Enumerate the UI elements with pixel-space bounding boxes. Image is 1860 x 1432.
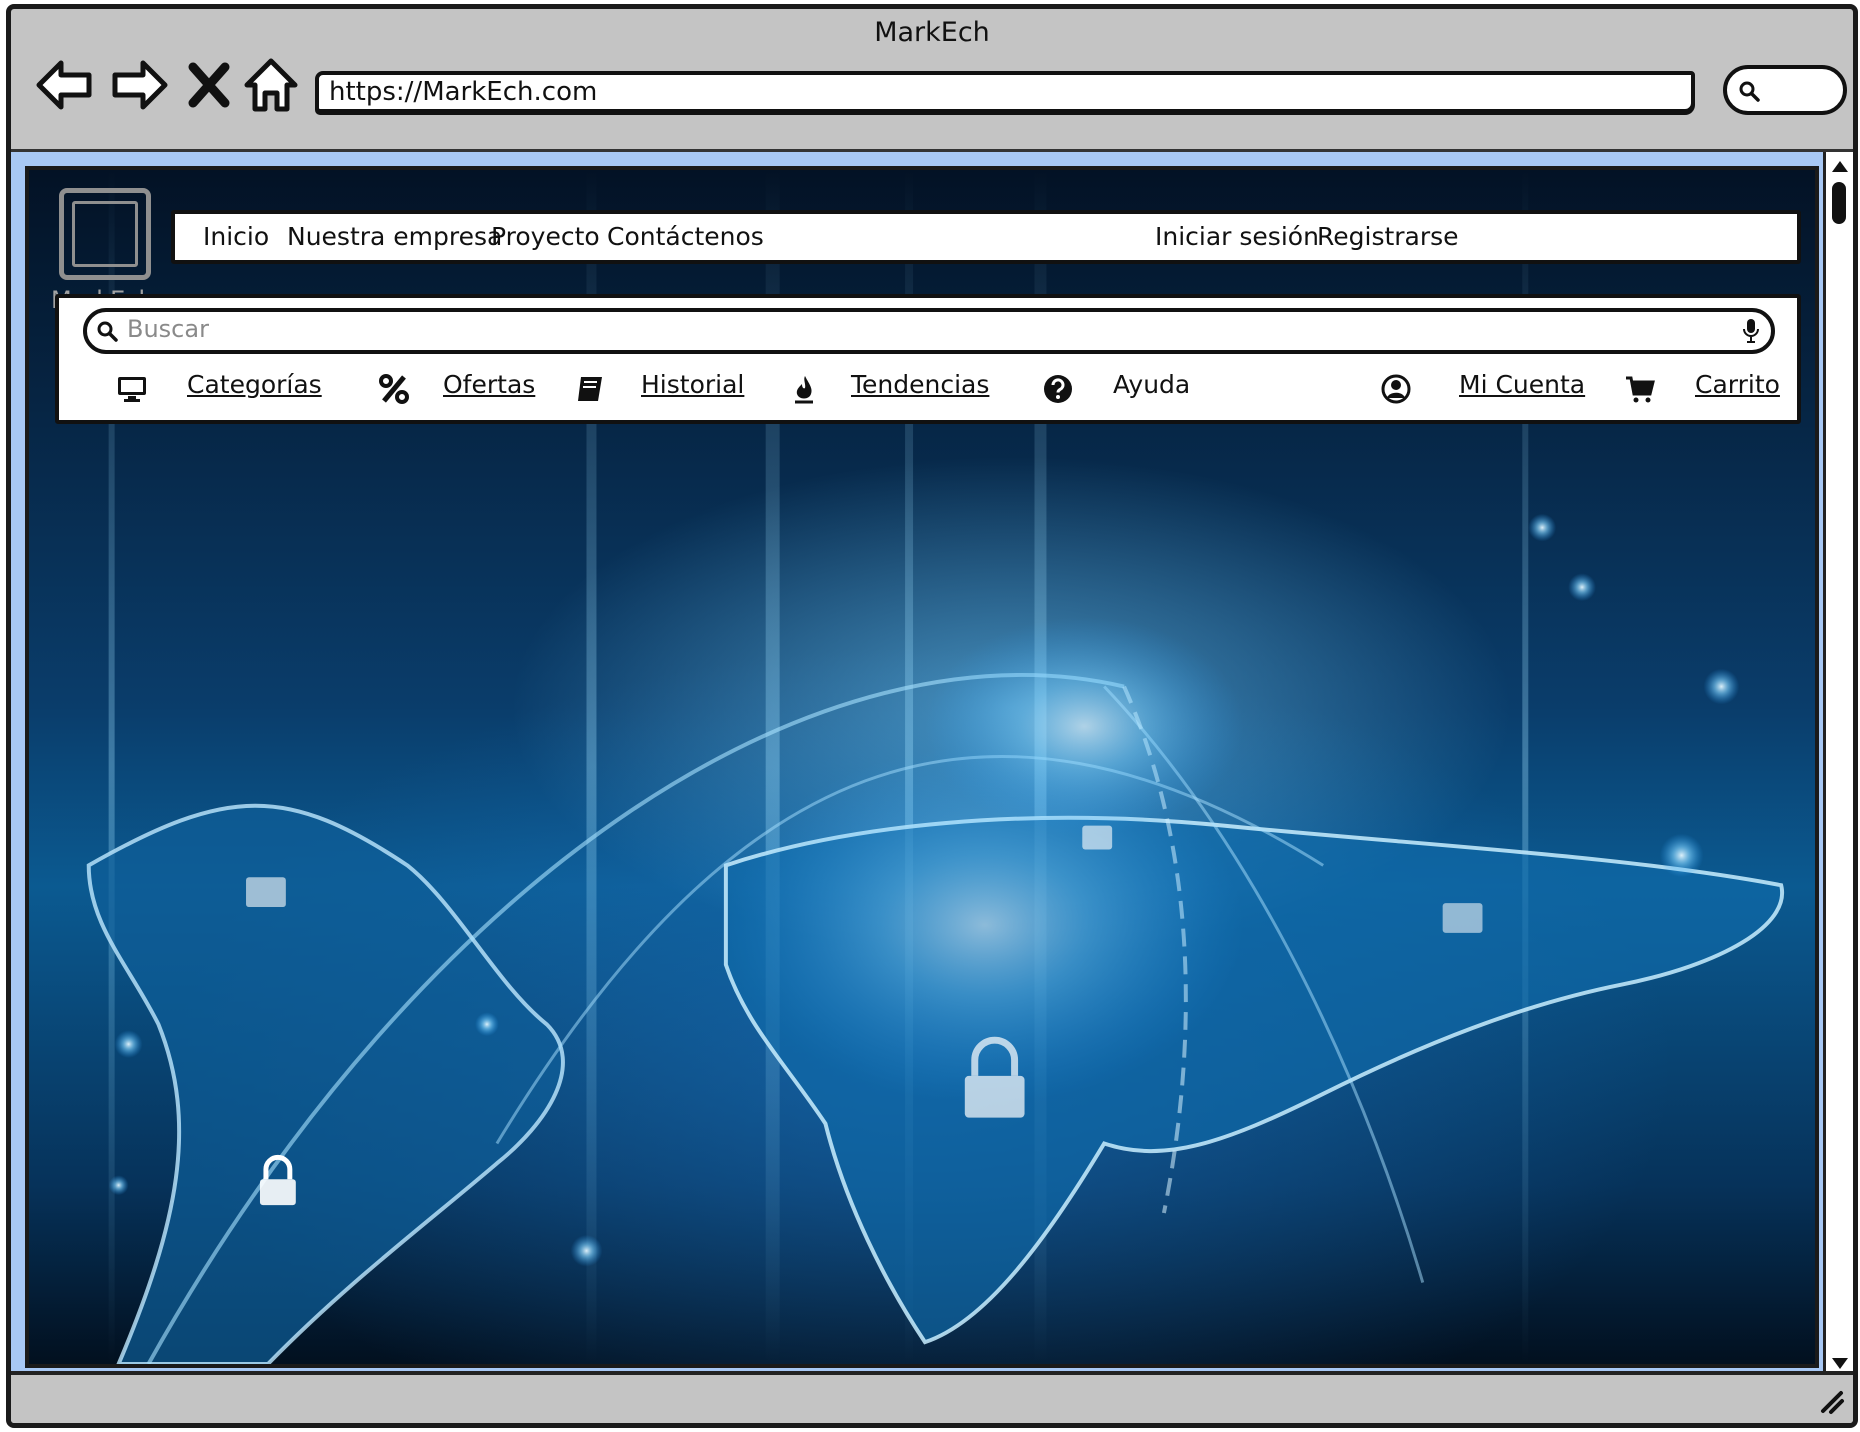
browser-viewport: MarkEch Inicio Nuestra empresa Proyecto … [11, 149, 1853, 1381]
offers-link[interactable]: Ofertas [443, 370, 535, 399]
fire-icon [789, 374, 819, 404]
home-icon [244, 58, 298, 112]
url-text: https://MarkEch.com [329, 77, 598, 107]
cart-link[interactable]: Carrito [1695, 370, 1780, 399]
book-icon [575, 374, 605, 404]
web-page: MarkEch Inicio Nuestra empresa Proyecto … [25, 166, 1819, 1368]
forward-arrow-icon [112, 60, 168, 110]
top-navigation: Inicio Nuestra empresa Proyecto Contácte… [171, 210, 1801, 264]
stop-icon [188, 62, 230, 108]
user-icon [1381, 374, 1411, 404]
nav-inicio[interactable]: Inicio [203, 222, 269, 251]
trends-link[interactable]: Tendencias [851, 370, 989, 399]
scroll-up-arrow-icon[interactable] [1829, 156, 1851, 178]
browser-window: MarkEch https://MarkEch.com Inicio Nuest… [6, 4, 1858, 1428]
address-bar[interactable]: https://MarkEch.com [315, 71, 1695, 113]
help-icon [1043, 374, 1073, 404]
scrollbar-thumb[interactable] [1832, 182, 1846, 224]
register-link[interactable]: Registrarse [1317, 222, 1459, 251]
site-logo[interactable] [59, 188, 151, 280]
search-icon [97, 321, 118, 342]
browser-search-box[interactable] [1723, 65, 1847, 115]
history-link[interactable]: Historial [641, 370, 744, 399]
monitor-icon [117, 374, 147, 404]
home-button[interactable] [241, 55, 301, 115]
search-placeholder: Buscar [127, 315, 209, 343]
nav-nuestra-empresa[interactable]: Nuestra empresa [287, 222, 502, 251]
nav-proyecto[interactable]: Proyecto [491, 222, 600, 251]
search-icon [1739, 81, 1760, 102]
cart-icon [1625, 374, 1655, 404]
account-link[interactable]: Mi Cuenta [1459, 370, 1585, 399]
categories-link[interactable]: Categorías [187, 370, 322, 399]
percent-icon [379, 374, 409, 404]
status-bar [11, 1371, 1853, 1423]
login-link[interactable]: Iniciar sesión [1155, 222, 1319, 251]
resize-grip-icon[interactable] [1815, 1385, 1845, 1415]
window-title: MarkEch [874, 17, 990, 48]
site-search-input[interactable]: Buscar [83, 308, 1775, 354]
shop-toolbar: Buscar Categorías Ofertas Historial Tend… [55, 294, 1801, 424]
forward-button[interactable] [109, 55, 169, 115]
back-button[interactable] [35, 55, 95, 115]
vertical-scrollbar[interactable] [1823, 152, 1853, 1378]
microphone-icon[interactable] [1743, 318, 1759, 344]
back-arrow-icon [36, 60, 92, 110]
help-link[interactable]: Ayuda [1113, 370, 1190, 399]
stop-button[interactable] [187, 55, 231, 115]
nav-contactenos[interactable]: Contáctenos [607, 222, 764, 251]
